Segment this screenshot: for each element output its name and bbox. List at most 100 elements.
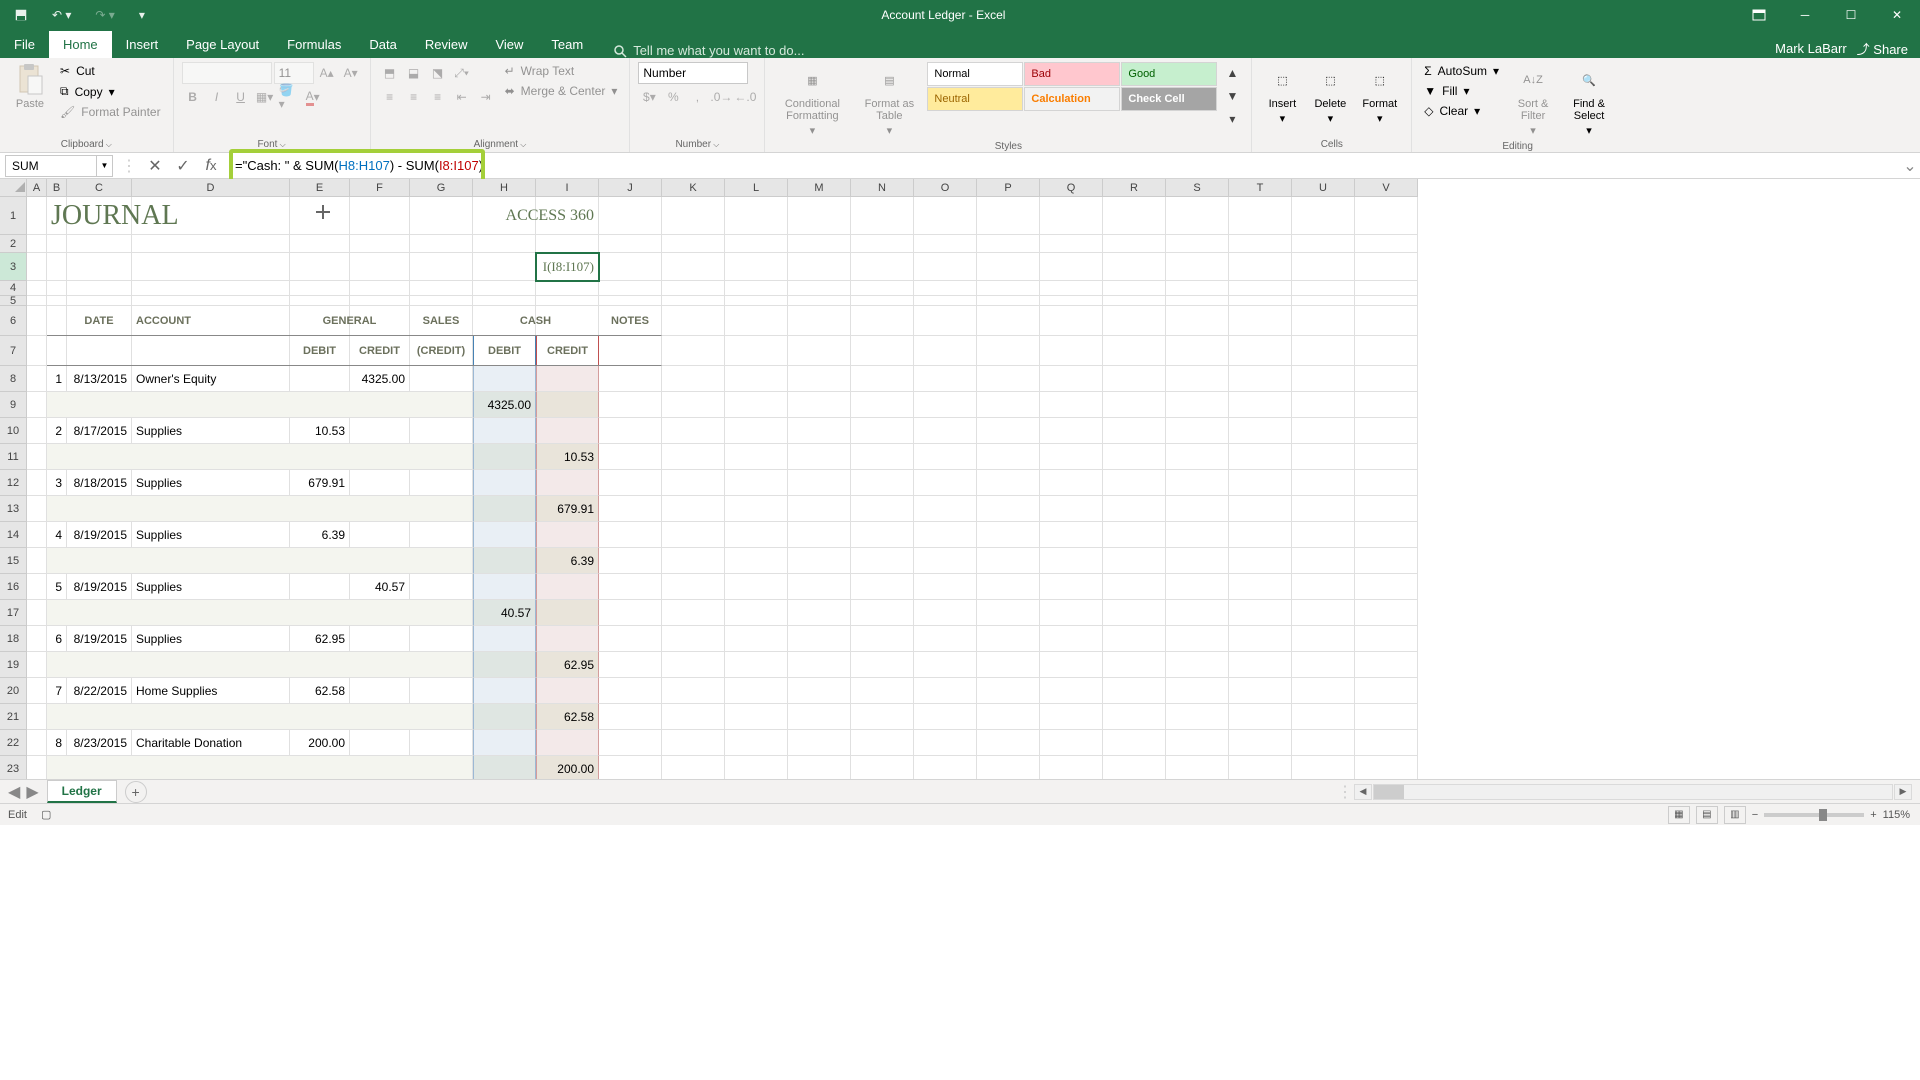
grid-cell[interactable]: [851, 306, 914, 336]
grid-cell[interactable]: [1103, 197, 1166, 235]
name-box-dropdown[interactable]: ▼: [97, 155, 113, 177]
grid-cell[interactable]: [914, 600, 977, 626]
ribbon-options-icon[interactable]: [1736, 0, 1782, 30]
col-header-S[interactable]: S: [1166, 179, 1229, 197]
tab-view[interactable]: View: [481, 31, 537, 58]
entry-gen-credit[interactable]: [350, 470, 410, 496]
grid-cell[interactable]: [914, 756, 977, 779]
grid-cell[interactable]: [1103, 392, 1166, 418]
grid-cell[interactable]: [788, 281, 851, 296]
grid-cell[interactable]: [599, 444, 662, 470]
grid-cell[interactable]: [1355, 392, 1418, 418]
select-all-corner[interactable]: [0, 179, 27, 197]
wrap-text-button[interactable]: ↵Wrap Text: [501, 62, 622, 80]
grid-cell[interactable]: [1040, 366, 1103, 392]
zoom-level[interactable]: 115%: [1883, 809, 1910, 821]
grid-cell[interactable]: [977, 548, 1040, 574]
entry-num[interactable]: 6: [47, 626, 67, 652]
entry-account[interactable]: Supplies: [132, 418, 290, 444]
grid-cell[interactable]: [599, 197, 662, 235]
style-check-cell[interactable]: Check Cell: [1121, 87, 1217, 111]
entry-gen-credit[interactable]: [350, 522, 410, 548]
grid-cell[interactable]: [1229, 730, 1292, 756]
grid-cell[interactable]: [914, 470, 977, 496]
grid-cell[interactable]: [27, 392, 47, 418]
align-right-button[interactable]: ≡: [427, 86, 449, 108]
grid-cell[interactable]: [1229, 574, 1292, 600]
entry-gen-debit[interactable]: 200.00: [290, 730, 350, 756]
fx-button[interactable]: fx: [201, 156, 221, 176]
sheet-nav-prev[interactable]: ▶: [26, 782, 38, 802]
undo-icon[interactable]: ↶ ▾: [46, 0, 77, 30]
grid-cell[interactable]: [725, 235, 788, 253]
view-normal-button[interactable]: ▦: [1668, 806, 1690, 824]
grid-cell[interactable]: [1103, 496, 1166, 522]
hscroll-left-button[interactable]: ◀: [1354, 784, 1372, 800]
entry-sales-credit[interactable]: [410, 574, 473, 600]
grid-cell[interactable]: [1355, 444, 1418, 470]
grid-cell[interactable]: [977, 306, 1040, 336]
grid-cell[interactable]: [599, 522, 662, 548]
clear-button[interactable]: ◇Clear ▾: [1420, 102, 1503, 120]
grid-cell[interactable]: [851, 281, 914, 296]
grid-cell[interactable]: [851, 197, 914, 235]
entry-band[interactable]: [47, 444, 473, 470]
row-header-18[interactable]: 18: [0, 626, 27, 652]
entry-cash-credit[interactable]: [536, 626, 599, 652]
entry-cash-credit2[interactable]: [536, 392, 599, 418]
grid-cell[interactable]: [851, 296, 914, 306]
entry-cash-debit2[interactable]: 4325.00: [473, 392, 536, 418]
entry-cash-credit[interactable]: [536, 678, 599, 704]
entry-gen-debit[interactable]: 62.95: [290, 626, 350, 652]
sort-filter-button[interactable]: A↓ZSort & Filter▾: [1507, 62, 1559, 139]
grid-cell[interactable]: [1355, 336, 1418, 366]
row-header-16[interactable]: 16: [0, 574, 27, 600]
entry-cash-credit2[interactable]: [536, 600, 599, 626]
entry-gen-debit[interactable]: 10.53: [290, 418, 350, 444]
grid-cell[interactable]: [725, 678, 788, 704]
grid-cell[interactable]: [1166, 652, 1229, 678]
col-header-Q[interactable]: Q: [1040, 179, 1103, 197]
grid-cell[interactable]: [27, 306, 47, 336]
entry-date[interactable]: 8/22/2015: [67, 678, 132, 704]
grid-cell[interactable]: [1040, 756, 1103, 779]
save-icon[interactable]: [8, 0, 34, 30]
grid-cell[interactable]: [410, 281, 473, 296]
fill-color-button[interactable]: 🪣▾: [278, 86, 300, 108]
font-color-button[interactable]: A▾: [302, 86, 324, 108]
cell[interactable]: [47, 336, 662, 366]
zoom-slider[interactable]: [1764, 813, 1864, 817]
grid-cell[interactable]: [725, 496, 788, 522]
grid-cell[interactable]: [47, 296, 67, 306]
grid-cell[interactable]: [1292, 444, 1355, 470]
grid-cell[interactable]: [1103, 678, 1166, 704]
col-header-N[interactable]: N: [851, 179, 914, 197]
cell[interactable]: [47, 306, 662, 336]
grid-cell[interactable]: [27, 548, 47, 574]
grid-cell[interactable]: [1355, 306, 1418, 336]
comma-button[interactable]: ,: [686, 86, 708, 108]
grid-cell[interactable]: [473, 235, 536, 253]
share-button[interactable]: ⤴ Share: [1857, 39, 1908, 58]
grid-cell[interactable]: [1040, 626, 1103, 652]
inc-decimal-button[interactable]: .0→: [710, 86, 732, 108]
entry-cash-debit2[interactable]: [473, 756, 536, 779]
grid-cell[interactable]: [851, 496, 914, 522]
grid-cell[interactable]: [1229, 392, 1292, 418]
grid-cell[interactable]: [725, 296, 788, 306]
copy-button[interactable]: ⧉Copy ▾: [56, 82, 165, 101]
grid-cell[interactable]: [662, 600, 725, 626]
grid-cell[interactable]: [599, 366, 662, 392]
row-header-3[interactable]: 3: [0, 253, 27, 281]
conditional-formatting-button[interactable]: ▦Conditional Formatting▾: [773, 62, 851, 139]
grid-cell[interactable]: [1355, 652, 1418, 678]
find-select-button[interactable]: 🔍Find & Select▾: [1563, 62, 1615, 139]
grid-cell[interactable]: [662, 253, 725, 281]
grid-cell[interactable]: [1292, 470, 1355, 496]
entry-cash-debit[interactable]: [473, 730, 536, 756]
grid-cell[interactable]: [536, 235, 599, 253]
entry-gen-credit[interactable]: [350, 730, 410, 756]
grid-cell[interactable]: [599, 652, 662, 678]
grid-cell[interactable]: [1292, 418, 1355, 444]
grid-cell[interactable]: [914, 296, 977, 306]
